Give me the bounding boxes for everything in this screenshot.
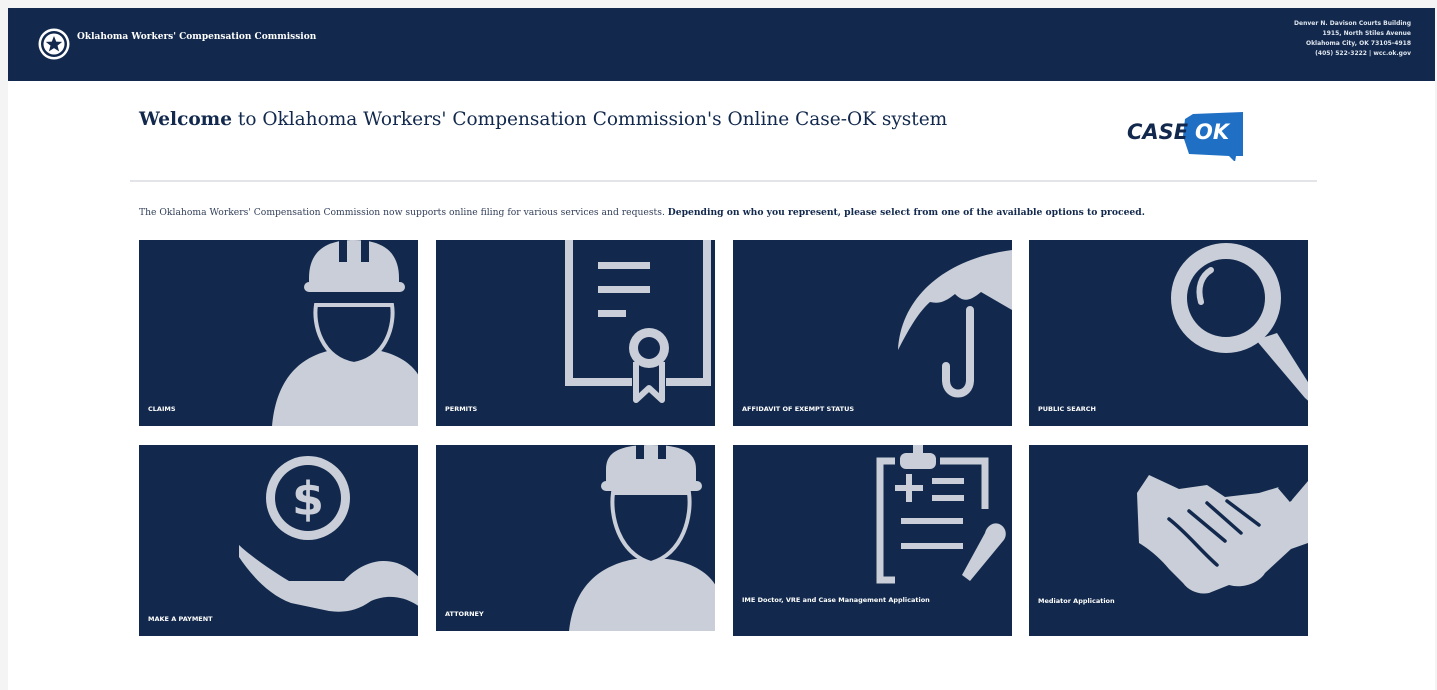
tile-ime-doctor-label: IME Doctor, VRE and Case Management Appl… [742,596,930,604]
tile-permits[interactable]: PERMITS [436,240,715,426]
state-seal-icon [38,28,70,60]
address-building: Denver N. Davison Courts Building [1294,20,1411,27]
hand-coin-icon: $ [239,456,418,612]
umbrella-icon [898,250,1012,398]
certificate-icon [565,240,711,403]
tile-affidavit-label: AFFIDAVIT OF EXEMPT STATUS [742,405,855,413]
tile-permits-label: PERMITS [445,405,478,413]
magnifying-glass-icon [1171,243,1308,401]
intro-bold: Depending on who you represent, please s… [667,207,1145,218]
welcome-heading: Welcome to Oklahoma Workers' Compensatio… [139,109,947,130]
logo-case-text: CASE [1127,120,1189,144]
tile-claims-label: CLAIMS [148,405,176,413]
tile-affidavit[interactable]: AFFIDAVIT OF EXEMPT STATUS [733,240,1012,426]
tile-attorney-label: ATTORNEY [445,610,484,618]
tile-ime-doctor[interactable]: IME Doctor, VRE and Case Management Appl… [733,445,1012,636]
top-header: Oklahoma Workers' Compensation Commissio… [8,8,1435,81]
welcome-rest: to Oklahoma Workers' Compensation Commis… [232,109,948,130]
tile-make-payment[interactable]: $ MAKE A PAYMENT [139,445,418,636]
tile-public-search[interactable]: PUBLIC SEARCH [1029,240,1308,426]
address-phone-web: (405) 522-3222 | wcc.ok.gov [1315,50,1411,57]
contact-address: Denver N. Davison Courts Building 1915, … [1294,19,1411,59]
address-street: 1915, North Stiles Avenue [1322,30,1411,37]
welcome-bold: Welcome [139,109,233,130]
tile-mediator[interactable]: Mediator Application [1029,445,1308,636]
intro-plain: The Oklahoma Workers' Compensation Commi… [139,207,668,218]
tile-make-payment-label: MAKE A PAYMENT [148,615,213,623]
agency-name[interactable]: Oklahoma Workers' Compensation Commissio… [77,32,316,42]
case-ok-logo: CASE OK [1127,112,1243,161]
svg-text:$: $ [292,472,324,526]
clipboard-pen-icon [876,445,1006,584]
logo-ok-text: OK [1195,120,1231,144]
tile-public-search-label: PUBLIC SEARCH [1038,405,1096,413]
section-divider [130,180,1317,182]
address-city: Oklahoma City, OK 73105-4918 [1305,40,1411,47]
tile-attorney[interactable]: ATTORNEY [436,445,715,631]
handshake-icon [1137,475,1308,594]
tile-mediator-label: Mediator Application [1038,597,1115,605]
hard-hat-worker-icon [569,445,715,631]
tile-claims[interactable]: CLAIMS [139,240,418,426]
page-frame: Oklahoma Workers' Compensation Commissio… [8,8,1435,690]
hard-hat-worker-icon [272,240,418,426]
intro-text: The Oklahoma Workers' Compensation Commi… [139,207,1145,218]
